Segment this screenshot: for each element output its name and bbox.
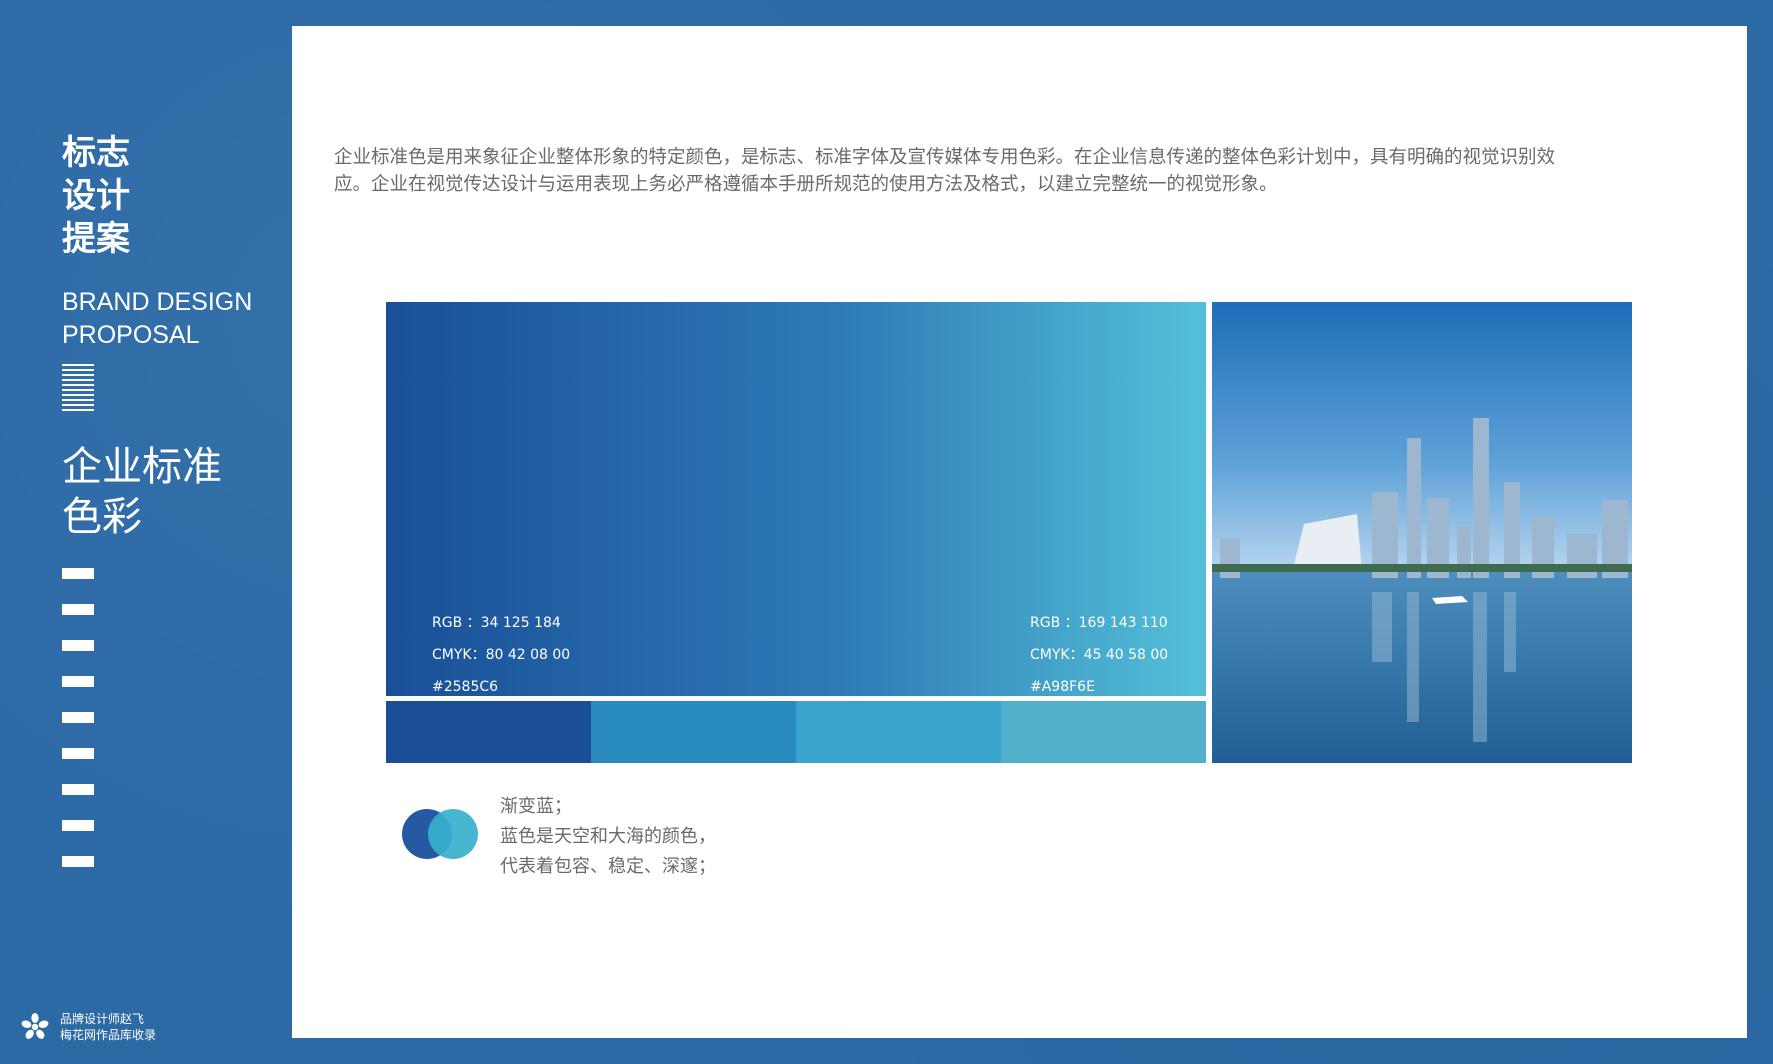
note-line: 蓝色是天空和大海的颜色， <box>500 826 716 847</box>
section-title-line: 色彩 <box>62 494 142 540</box>
english-title: BRAND DESIGN PROPOSAL <box>62 286 252 352</box>
content-panel: 企业标准色是用来象征企业整体形象的特定颜色，是标志、标准字体及宣传媒体专用色彩。… <box>292 26 1747 1038</box>
note-line: 代表着包容、稳定、深邃； <box>500 856 716 877</box>
title-line: 提案 <box>62 219 130 259</box>
dash-decoration <box>62 568 94 892</box>
stripes-icon <box>62 364 94 412</box>
rgb-value: RGB ：34 125 184 <box>432 615 561 631</box>
vertical-title: 标志 设计 提案 <box>62 132 130 261</box>
swatch <box>591 701 796 763</box>
english-title-line: PROPOSAL <box>62 321 200 349</box>
cmyk-value: CMYK：45 40 58 00 <box>1030 647 1169 663</box>
footer-line: 梅花网作品库收录 <box>60 1028 157 1042</box>
legend-note: 渐变蓝； 蓝色是天空和大海的颜色， 代表着包容、稳定、深邃； <box>500 792 716 882</box>
right-color-codes: RGB ：169 143 110 CMYK：45 40 58 00 #A98F6… <box>1030 607 1168 703</box>
english-title-line: BRAND DESIGN <box>62 288 253 316</box>
dash <box>62 784 94 795</box>
sidebar: 标志 设计 提案 BRAND DESIGN PROPOSAL 企业标准 色彩 品… <box>0 0 292 1064</box>
gradient-color-block: RGB ：34 125 184 CMYK：80 42 08 00 #2585C6… <box>386 302 1206 696</box>
dash <box>62 820 94 831</box>
light-blue-circle <box>428 809 478 859</box>
swatch <box>1001 701 1206 763</box>
dash <box>62 748 94 759</box>
dash <box>62 640 94 651</box>
dash <box>62 856 94 867</box>
section-title: 企业标准 色彩 <box>62 442 222 542</box>
footer-line: 品牌设计师赵飞 <box>60 1012 145 1026</box>
hex-value: #2585C6 <box>432 679 499 695</box>
flower-logo-icon <box>21 1013 49 1039</box>
hex-value: #A98F6E <box>1030 679 1095 695</box>
legend-circles-icon <box>402 803 482 863</box>
city-skyline-river-photo <box>1212 302 1632 763</box>
note-line: 渐变蓝； <box>500 796 572 817</box>
swatch <box>796 701 1001 763</box>
swatch <box>386 701 591 763</box>
footer-text: 品牌设计师赵飞 梅花网作品库收录 <box>60 1011 156 1043</box>
dash <box>62 676 94 687</box>
rgb-value: RGB ：169 143 110 <box>1030 615 1168 631</box>
footer-credit: 品牌设计师赵飞 梅花网作品库收录 <box>20 1011 156 1043</box>
title-line: 设计 <box>62 176 130 216</box>
section-title-line: 企业标准 <box>62 444 222 490</box>
color-swatches <box>386 701 1206 763</box>
left-color-codes: RGB ：34 125 184 CMYK：80 42 08 00 #2585C6 <box>432 607 570 703</box>
dash <box>62 568 94 579</box>
cmyk-value: CMYK：80 42 08 00 <box>432 647 571 663</box>
title-line: 标志 <box>62 133 130 173</box>
intro-paragraph: 企业标准色是用来象征企业整体形象的特定颜色，是标志、标准字体及宣传媒体专用色彩。… <box>334 147 1556 195</box>
dash <box>62 604 94 615</box>
dash <box>62 712 94 723</box>
